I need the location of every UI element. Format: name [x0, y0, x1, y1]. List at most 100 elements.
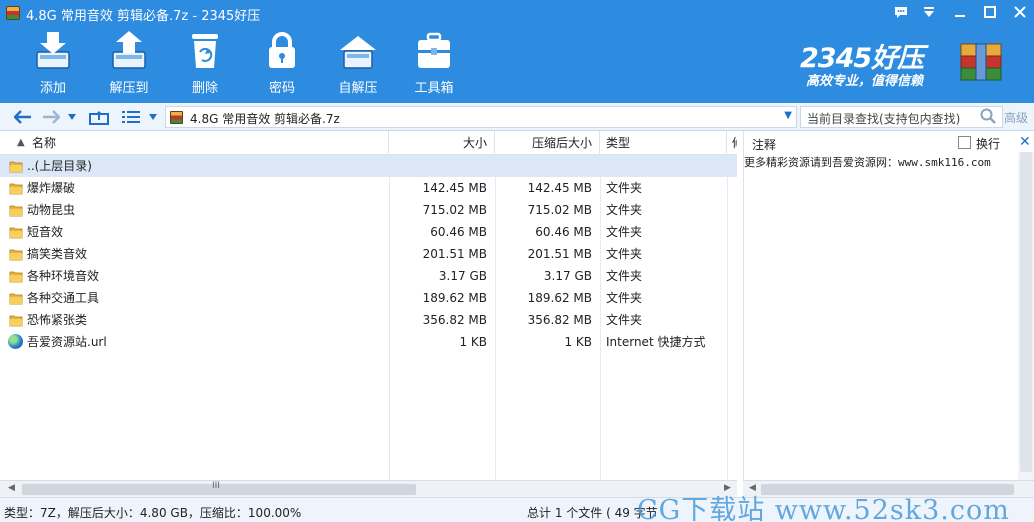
- scroll-thumb[interactable]: III: [22, 481, 416, 495]
- search-input[interactable]: 当前目录查找(支持包内查找): [800, 106, 1003, 128]
- delete-button[interactable]: 删除: [175, 30, 235, 96]
- close-pane-icon[interactable]: ✕: [1019, 134, 1031, 150]
- list-header: ▲ 名称 大小 压缩后大小 类型 修: [0, 131, 737, 155]
- file-size: 201.51 MB: [422, 247, 487, 261]
- close-icon[interactable]: [1005, 0, 1034, 24]
- file-name: 搞笑类音效: [27, 247, 88, 261]
- comment-title: 注释: [752, 138, 777, 152]
- archive-info: 类型：7Z，解压后大小：4.80 GB，压缩比：100.00%: [4, 506, 302, 520]
- brand-logo: 2345好压 高效专业，值得信赖: [792, 34, 1022, 94]
- file-size: 60.46 MB: [430, 225, 487, 239]
- toolbox-button[interactable]: 工具箱: [404, 30, 464, 96]
- table-row[interactable]: 各种环境音效 3.17 GB 3.17 GB 文件夹: [0, 265, 737, 287]
- forward-arrow-icon[interactable]: [38, 106, 64, 128]
- maximize-icon[interactable]: [975, 0, 1005, 24]
- table-row[interactable]: 动物昆虫 715.02 MB 715.02 MB 文件夹: [0, 199, 737, 221]
- table-row[interactable]: 各种交通工具 189.62 MB 189.62 MB 文件夹: [0, 287, 737, 309]
- folder-icon: [9, 203, 23, 217]
- self-extract-label: 自解压: [338, 81, 378, 96]
- file-list: ▲ 名称 大小 压缩后大小 类型 修 ..(上层目录) 爆炸爆破 142.45 MB…: [0, 131, 737, 480]
- add-button[interactable]: 添加: [23, 30, 83, 96]
- file-name: 动物昆虫: [27, 203, 76, 217]
- file-size: 3.17 GB: [438, 269, 487, 283]
- globe-icon: [8, 334, 23, 349]
- file-name: 爆炸爆破: [27, 181, 76, 195]
- file-size: 189.62 MB: [422, 291, 487, 305]
- comment-text: 更多精彩资源请到吾爱资源网：www.smk116.com: [744, 156, 991, 169]
- address-dropdown-icon[interactable]: ▼: [784, 110, 792, 121]
- watermark-text: CG下载站 www.52sk3.com: [637, 495, 1010, 522]
- address-path: 4.8G 常用音效 剪辑必备.7z: [190, 112, 340, 126]
- address-bar[interactable]: 4.8G 常用音效 剪辑必备.7z ▼: [165, 106, 797, 128]
- column-size[interactable]: 大小: [389, 131, 495, 155]
- file-packed-size: 3.17 GB: [543, 269, 592, 283]
- advanced-search-link[interactable]: 高级: [1004, 109, 1028, 126]
- file-packed-size: 142.45 MB: [527, 181, 592, 195]
- file-name: ..(上层目录): [27, 159, 92, 173]
- app-icon: [6, 6, 20, 20]
- brand-slogan: 高效专业，值得信赖: [806, 74, 924, 89]
- file-size: 142.45 MB: [422, 181, 487, 195]
- view-list-icon[interactable]: [119, 106, 143, 128]
- file-type: 文件夹: [606, 225, 643, 239]
- file-packed-size: 201.51 MB: [527, 247, 592, 261]
- file-packed-size: 356.82 MB: [527, 313, 592, 327]
- up-folder-icon[interactable]: [86, 106, 112, 128]
- table-row[interactable]: 吾爱资源站.url 1 KB 1 KB Internet 快捷方式: [0, 331, 737, 353]
- comment-pane: 注释 换行 ✕ 更多精彩资源请到吾爱资源网：www.smk116.com: [743, 131, 1034, 480]
- password-button[interactable]: 密码: [252, 30, 312, 96]
- table-row[interactable]: 搞笑类音效 201.51 MB 201.51 MB 文件夹: [0, 243, 737, 265]
- toolbox-label: 工具箱: [414, 81, 454, 96]
- file-name: 恐怖紧张类: [27, 313, 88, 327]
- lock-icon: [260, 30, 304, 72]
- extract-to-label: 解压到: [109, 81, 149, 96]
- file-name: 吾爱资源站.url: [27, 335, 107, 349]
- sort-up-icon: ▲: [17, 137, 25, 148]
- self-extract-button[interactable]: 自解压: [328, 30, 388, 96]
- search-icon[interactable]: [980, 108, 998, 126]
- minimize-icon[interactable]: [945, 0, 975, 24]
- folder-icon: [9, 291, 23, 305]
- archive-file-icon: [170, 111, 183, 124]
- scroll-left-icon[interactable]: ◀: [8, 483, 15, 493]
- file-size: [389, 155, 487, 177]
- file-type: 文件夹: [606, 247, 643, 261]
- feedback-icon[interactable]: [886, 0, 916, 24]
- table-row[interactable]: 恐怖紧张类 356.82 MB 356.82 MB 文件夹: [0, 309, 737, 331]
- table-row[interactable]: 短音效 60.46 MB 60.46 MB 文件夹: [0, 221, 737, 243]
- column-packed-size[interactable]: 压缩后大小: [495, 131, 600, 155]
- file-size: 1 KB: [459, 335, 487, 349]
- window-title: 4.8G 常用音效 剪辑必备.7z - 2345好压: [26, 9, 261, 24]
- password-label: 密码: [268, 81, 295, 96]
- file-name: 短音效: [27, 225, 64, 239]
- folder-icon: [9, 159, 23, 173]
- folder-icon: [9, 313, 23, 327]
- folder-icon: [9, 269, 23, 283]
- wrap-checkbox[interactable]: [958, 136, 971, 149]
- list-horizontal-scrollbar[interactable]: ◀ III ▶: [0, 480, 737, 497]
- table-row[interactable]: 爆炸爆破 142.45 MB 142.45 MB 文件夹: [0, 177, 737, 199]
- back-arrow-icon[interactable]: [10, 106, 36, 128]
- scroll-thumb[interactable]: [1020, 152, 1032, 472]
- view-dropdown-icon[interactable]: [146, 106, 160, 128]
- toolbox-icon: [412, 30, 456, 72]
- history-dropdown-icon[interactable]: [65, 106, 79, 128]
- menu-down-icon[interactable]: [914, 0, 944, 24]
- file-packed-size: 189.62 MB: [527, 291, 592, 305]
- add-label: 添加: [39, 81, 66, 96]
- column-name[interactable]: ▲ 名称: [0, 131, 389, 155]
- comment-vertical-scrollbar[interactable]: [1018, 152, 1034, 480]
- column-type[interactable]: 类型: [600, 131, 727, 155]
- extract-to-icon: [107, 30, 151, 72]
- extract-to-button[interactable]: 解压到: [99, 30, 159, 96]
- self-extract-icon: [336, 30, 380, 72]
- folder-icon: [9, 181, 23, 195]
- delete-label: 删除: [191, 81, 218, 96]
- file-type: 文件夹: [606, 203, 643, 217]
- delete-bin-icon: [183, 30, 227, 72]
- table-row[interactable]: ..(上层目录): [0, 155, 737, 177]
- column-modified[interactable]: 修: [727, 131, 737, 155]
- file-size: 356.82 MB: [422, 313, 487, 327]
- archive-box-icon: [957, 40, 1005, 84]
- file-type: 文件夹: [606, 181, 643, 195]
